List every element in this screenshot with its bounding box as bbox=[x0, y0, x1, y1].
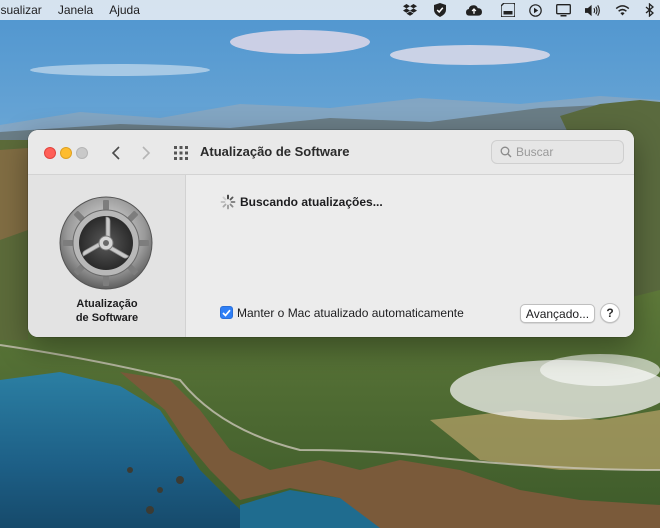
bluetooth-icon[interactable] bbox=[642, 2, 658, 18]
app-label: Atualização de Software bbox=[28, 297, 186, 325]
icloud-upload-icon[interactable] bbox=[466, 2, 482, 18]
menu-bar-items: Visualizar Janela Ajuda bbox=[0, 0, 148, 20]
app-label-line1: Atualização bbox=[76, 298, 138, 310]
spinner-icon bbox=[220, 194, 236, 210]
wifi-icon[interactable] bbox=[614, 2, 630, 18]
auto-update-checkbox[interactable] bbox=[220, 306, 233, 319]
menu-bar: Visualizar Janela Ajuda bbox=[0, 0, 660, 20]
chevron-left-icon bbox=[111, 146, 120, 160]
chevron-right-icon bbox=[142, 146, 151, 160]
auto-update-label[interactable]: Manter o Mac atualizado automaticamente bbox=[237, 306, 464, 320]
menu-ajuda[interactable]: Ajuda bbox=[101, 0, 148, 20]
advanced-button[interactable]: Avançado... bbox=[520, 304, 595, 323]
app-label-line2: de Software bbox=[75, 312, 139, 324]
zoom-button[interactable] bbox=[76, 147, 88, 159]
shield-check-icon[interactable] bbox=[432, 2, 448, 18]
checkmark-icon bbox=[222, 309, 231, 317]
volume-icon[interactable] bbox=[585, 2, 601, 18]
software-update-window: Atualização de Software Buscar Atualizaç… bbox=[28, 130, 634, 337]
sd-card-icon[interactable] bbox=[500, 2, 516, 18]
sidebar: Atualização de Software bbox=[28, 175, 186, 337]
menu-janela[interactable]: Janela bbox=[50, 0, 101, 20]
dropbox-icon[interactable] bbox=[402, 2, 418, 18]
software-update-gear-icon bbox=[58, 195, 154, 291]
search-input[interactable] bbox=[516, 144, 620, 160]
help-button[interactable]: ? bbox=[600, 303, 620, 323]
play-circle-icon[interactable] bbox=[527, 2, 543, 18]
update-pane: Buscando atualizações... Manter o Mac at… bbox=[186, 175, 634, 337]
update-status-text: Buscando atualizações... bbox=[240, 195, 383, 209]
forward-button[interactable] bbox=[136, 143, 156, 163]
window-toolbar: Atualização de Software bbox=[28, 130, 634, 175]
window-title: Atualização de Software bbox=[200, 144, 350, 159]
back-button[interactable] bbox=[106, 143, 126, 163]
show-all-grid-icon[interactable] bbox=[172, 144, 190, 162]
display-icon[interactable] bbox=[555, 2, 571, 18]
search-icon bbox=[500, 146, 512, 158]
close-button[interactable] bbox=[44, 147, 56, 159]
minimize-button[interactable] bbox=[60, 147, 72, 159]
search-field[interactable] bbox=[491, 140, 624, 164]
menu-visualizar[interactable]: Visualizar bbox=[0, 0, 50, 20]
